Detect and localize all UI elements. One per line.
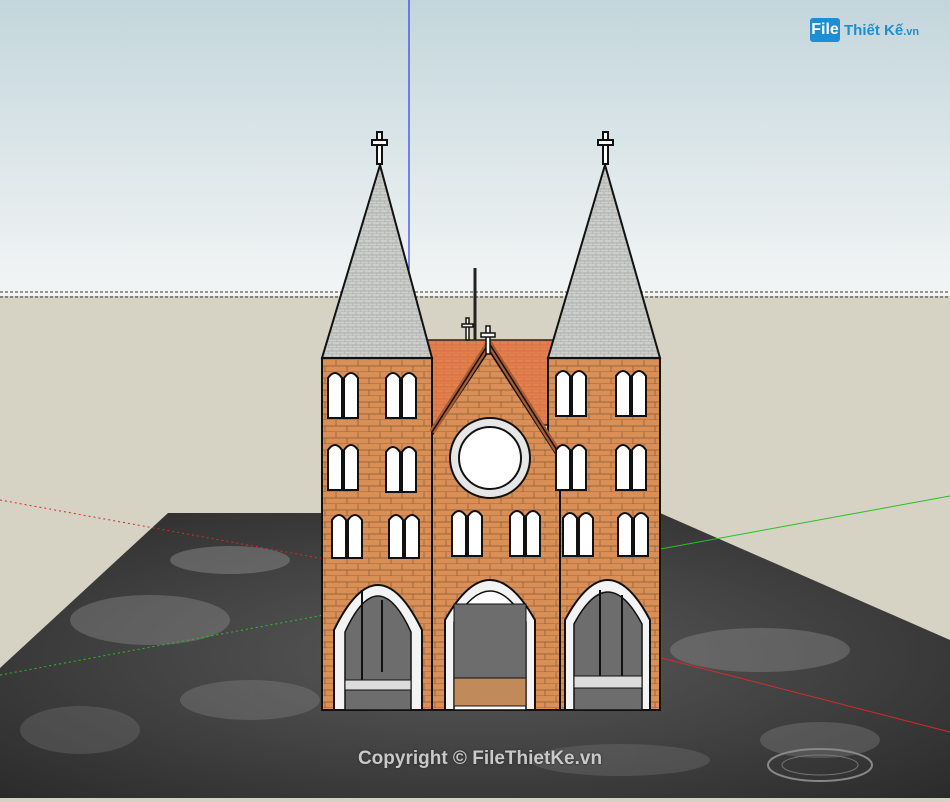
rose-window-inner [458, 426, 522, 490]
logo-domain: .vn [903, 26, 920, 38]
logo-file-badge: File [810, 18, 840, 42]
copyright-watermark: Copyright © FileThietKe.vn [357, 748, 603, 769]
entrance-arches [333, 579, 651, 711]
sketchup-viewport[interactable] [0, 0, 950, 802]
filethietke-logo: File Thiết Kế.vn [806, 8, 926, 48]
logo-brand: Thiết Kế [844, 22, 904, 39]
logo-text: Thiết Kế.vn [844, 22, 919, 39]
